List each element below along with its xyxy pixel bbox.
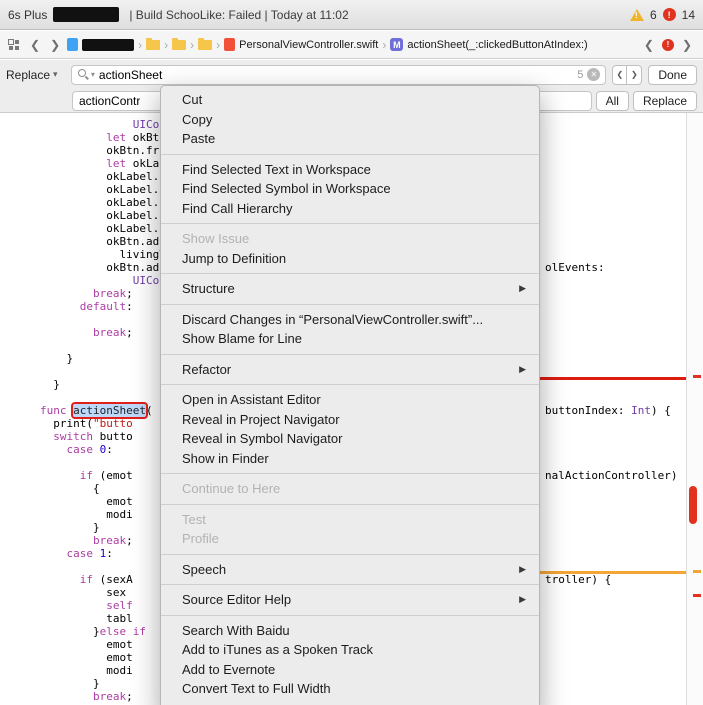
done-button[interactable]: Done	[648, 64, 697, 85]
menu-item-discard-changes-in-personalviewcontroller-swift[interactable]: Discard Changes in “PersonalViewControll…	[161, 310, 539, 330]
find-mode-dropdown[interactable]: Replace	[6, 68, 67, 82]
menu-separator	[161, 584, 539, 585]
build-status-text: | Build SchooLike: Failed | Today at 11:…	[129, 7, 349, 22]
breadcrumb-file[interactable]: PersonalViewController.swift	[239, 39, 378, 51]
menu-item-continue-to-here: Continue to Here	[182, 481, 281, 496]
go-back-button[interactable]: ❮	[27, 38, 43, 52]
menu-separator	[161, 223, 539, 224]
project-file-icon[interactable]	[67, 38, 79, 51]
xcode-window: 6s Plus | Build SchooLike: Failed | Toda…	[0, 0, 703, 705]
menu-item-show-in-finder[interactable]: Show in Finder	[161, 449, 539, 469]
menu-separator	[161, 353, 539, 355]
menu-item-cut[interactable]: Cut	[161, 90, 539, 110]
jump-bar: ❮ ❯ › › › › PersonalViewController.swift…	[0, 31, 703, 59]
menu-item-profile: Profile	[182, 531, 219, 546]
error-mark-icon	[693, 594, 701, 597]
breadcrumb-separator: ›	[382, 37, 387, 52]
menu-item-reveal-in-symbol-navigator[interactable]: Reveal in Symbol Navigator	[161, 429, 539, 449]
previous-match-button[interactable]: ❮	[612, 64, 628, 85]
menu-item-show-issue: Show Issue	[182, 231, 250, 246]
menu-separator	[161, 303, 539, 305]
issue-navigation: ❮ ❯	[641, 38, 695, 52]
found-selection-highlight: actionSheet	[71, 402, 148, 419]
next-issue-button[interactable]: ❯	[679, 38, 695, 52]
menu-item-find-selected-text-in-workspace[interactable]: Find Selected Text in Workspace	[161, 160, 539, 180]
related-items-icon[interactable]	[8, 39, 19, 50]
folder-icon[interactable]	[198, 37, 213, 50]
menu-item-test: Test	[182, 511, 206, 527]
search-input[interactable]: actionSheet	[99, 68, 573, 82]
main-toolbar: 6s Plus | Build SchooLike: Failed | Toda…	[0, 0, 703, 30]
go-forward-button[interactable]: ❯	[47, 38, 63, 52]
warning-highlight-line	[538, 571, 686, 574]
menu-item-source-editor-help[interactable]: Source Editor Help	[161, 590, 539, 610]
breadcrumb-separator: ›	[138, 37, 143, 52]
warning-mark-icon	[693, 570, 701, 573]
menu-separator	[161, 273, 539, 274]
menu-item-jump-to-definition[interactable]: Jump to Definition	[161, 249, 539, 269]
menu-separator	[161, 384, 539, 385]
breadcrumb-separator: ›	[216, 37, 221, 52]
code-fragment-right[interactable]: troller) {	[545, 573, 611, 586]
search-icon	[77, 68, 90, 81]
menu-separator	[161, 503, 539, 505]
breadcrumb-separator: ›	[190, 37, 195, 52]
folder-icon[interactable]	[172, 37, 187, 50]
menu-item-open-in-assistant-editor[interactable]: Open in Assistant Editor	[161, 390, 539, 410]
menu-item-add-to-evernote[interactable]: Add to Evernote	[161, 660, 539, 680]
menu-item-refactor[interactable]: Refactor	[161, 360, 539, 380]
menu-item-speech[interactable]: Speech	[161, 560, 539, 580]
clear-search-icon[interactable]	[587, 68, 601, 81]
error-mark-icon	[693, 375, 701, 378]
code-fragment-right[interactable]: olEvents:	[545, 261, 605, 274]
menu-separator	[161, 473, 539, 474]
replace-all-button[interactable]: All	[595, 91, 629, 111]
swift-file-icon[interactable]	[224, 38, 236, 51]
menu-item-search-with-baidu[interactable]: Search With Baidu	[161, 621, 539, 641]
replace-input[interactable]: actionContr	[79, 94, 140, 108]
match-count: 5	[577, 68, 584, 81]
code-fragment-right[interactable]: nalActionController)	[545, 469, 677, 482]
menu-separator	[161, 553, 539, 555]
search-field[interactable]: ▾ actionSheet 5	[70, 64, 607, 85]
replace-button[interactable]: Replace	[632, 91, 697, 111]
menu-item-add-to-itunes-as-a-spoken-track[interactable]: Add to iTunes as a Spoken Track	[161, 640, 539, 660]
menu-item-paste[interactable]: Paste	[161, 129, 539, 149]
menu-separator	[161, 153, 539, 155]
redacted-breadcrumb-project	[82, 38, 135, 51]
redacted-project-name	[53, 7, 120, 22]
scheme-device-label[interactable]: 6s Plus	[8, 8, 47, 22]
menu-item-find-selected-symbol-in-workspace[interactable]: Find Selected Symbol in Workspace	[161, 179, 539, 199]
breadcrumb-separator: ›	[164, 37, 169, 52]
error-count[interactable]: 14	[682, 8, 695, 22]
error-icon[interactable]	[662, 8, 676, 21]
error-bar-icon	[689, 486, 697, 524]
search-options-caret-icon[interactable]: ▾	[91, 70, 95, 79]
folder-icon[interactable]	[146, 37, 161, 50]
menu-item-copy[interactable]: Copy	[161, 110, 539, 130]
scrollbar[interactable]	[686, 113, 703, 705]
menu-item-show-blame-for-line[interactable]: Show Blame for Line	[161, 329, 539, 349]
context-menu: Cut Copy Paste Find Selected Text in Worksp…	[160, 85, 540, 705]
menu-item-reveal-in-project-navigator[interactable]: Reveal in Project Navigator	[161, 410, 539, 430]
replace-actions: All Replace	[595, 91, 697, 111]
method-badge-icon: M	[390, 38, 404, 51]
menu-separator	[161, 614, 539, 616]
previous-issue-button[interactable]: ❮	[641, 38, 657, 52]
find-result-navigation: ❮ ❯	[612, 64, 643, 85]
breadcrumb-symbol[interactable]: actionSheet(_:clickedButtonAtIndex:)	[407, 39, 587, 51]
code-fragment-right[interactable]: buttonIndex: Int) {	[545, 404, 671, 417]
warning-icon[interactable]	[629, 8, 644, 21]
issue-badge-icon[interactable]	[661, 38, 674, 51]
menu-item-convert-text-to-full-width[interactable]: Convert Text to Full Width	[161, 679, 539, 699]
menu-item-find-call-hierarchy[interactable]: Find Call Hierarchy	[161, 199, 539, 219]
error-highlight-line	[538, 377, 686, 380]
next-match-button[interactable]: ❯	[627, 64, 643, 85]
menu-item-structure[interactable]: Structure	[161, 279, 539, 299]
warning-count[interactable]: 6	[650, 8, 657, 22]
